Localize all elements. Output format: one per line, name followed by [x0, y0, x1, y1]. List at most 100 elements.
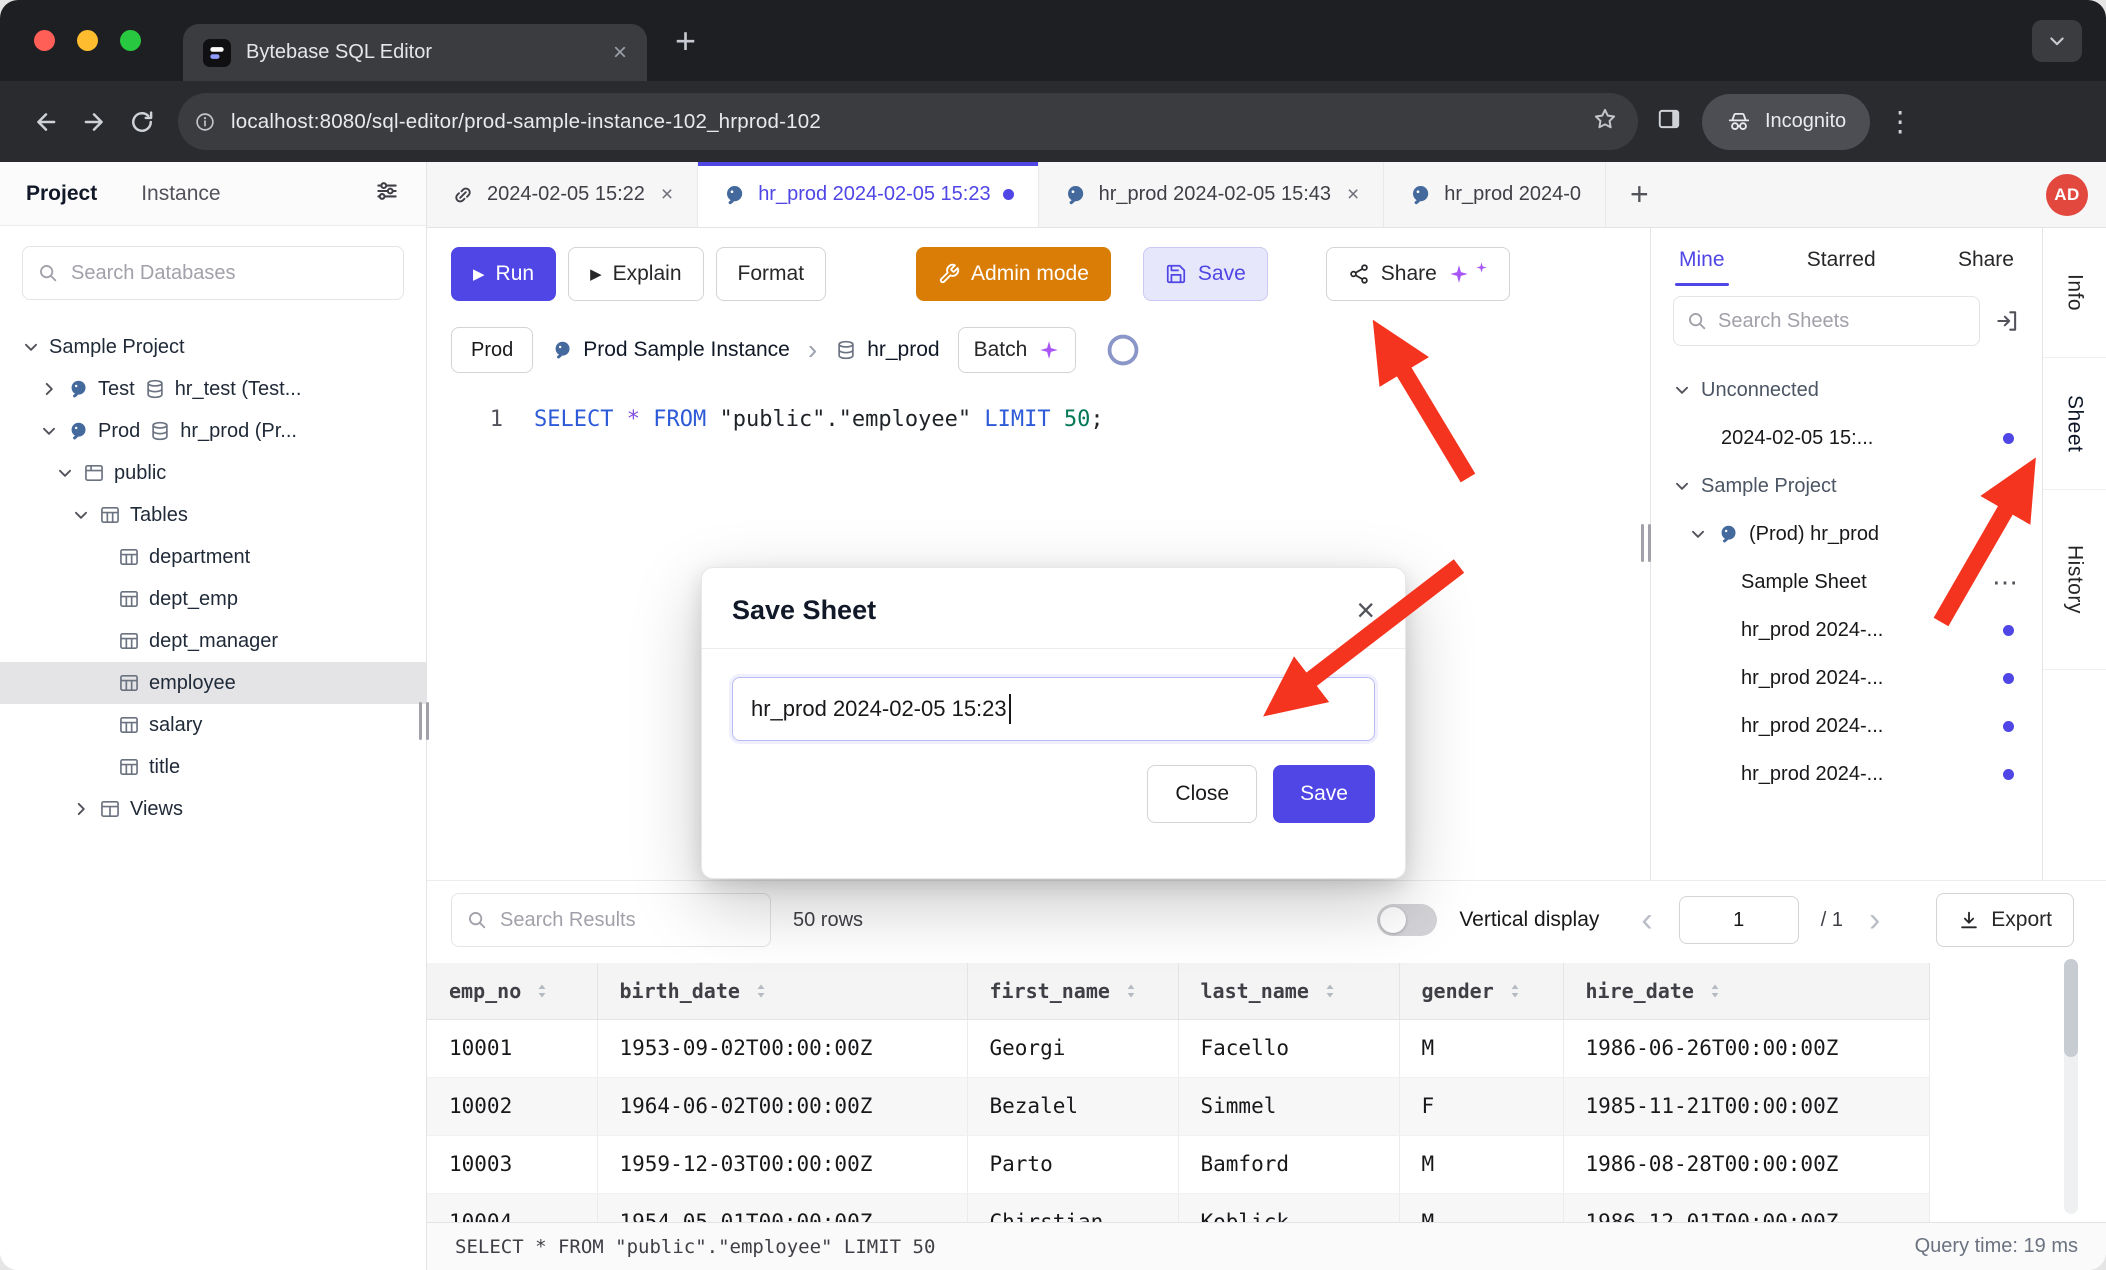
new-browser-tab-button[interactable]: + [675, 20, 696, 62]
reload-icon[interactable] [118, 98, 166, 146]
tree-item-tables[interactable]: Tables [0, 494, 426, 536]
column-header-birth-date[interactable]: birth_date [597, 963, 967, 1019]
more-actions-icon[interactable]: ⋯ [1992, 569, 2018, 595]
address-bar[interactable]: localhost:8080/sql-editor/prod-sample-in… [178, 93, 1638, 150]
sync-ring-icon[interactable] [1104, 331, 1142, 369]
tab-list-chevron-icon[interactable] [2032, 20, 2082, 62]
tree-item-employee[interactable]: employee [0, 662, 426, 704]
share-button[interactable]: Share [1326, 247, 1510, 301]
tree-item-sample-project[interactable]: Sample Project [0, 326, 426, 368]
column-header-last-name[interactable]: last_name [1178, 963, 1399, 1019]
tree-item-dept-emp[interactable]: dept_emp [0, 578, 426, 620]
results-search-input[interactable]: Search Results [451, 893, 771, 947]
column-header-emp-no[interactable]: emp_no [427, 963, 597, 1019]
site-info-icon[interactable] [194, 111, 216, 133]
dialog-close-button[interactable]: Close [1147, 765, 1257, 823]
table-cell: 1985-11-21T00:00:00Z [1563, 1077, 1929, 1135]
tab-share[interactable]: Share [1958, 228, 2014, 292]
tree-item-public[interactable]: public [0, 452, 426, 494]
sort-icon[interactable] [752, 982, 770, 1000]
rail-tab-history[interactable]: History [2043, 490, 2106, 670]
format-button[interactable]: Format [716, 247, 827, 301]
rail-tab-info[interactable]: Info [2043, 228, 2106, 358]
tab-instance[interactable]: Instance [141, 182, 220, 206]
side-panel-icon[interactable] [1656, 106, 1682, 137]
new-sheet-button[interactable]: + [1606, 162, 1673, 227]
sheet-tab-2024-02-05-15-22[interactable]: 2024-02-05 15:22× [427, 162, 698, 227]
tab-starred[interactable]: Starred [1807, 228, 1876, 292]
tab-project[interactable]: Project [26, 182, 97, 206]
vertical-display-toggle[interactable] [1377, 904, 1437, 936]
batch-button[interactable]: Batch [958, 327, 1077, 373]
browser-menu-icon[interactable]: ⋮ [1886, 105, 1914, 138]
column-header-hire-date[interactable]: hire_date [1563, 963, 1929, 1019]
sort-icon[interactable] [533, 982, 551, 1000]
close-browser-tab-icon[interactable]: × [613, 39, 627, 67]
minimize-window-button[interactable] [77, 30, 98, 51]
prev-page-icon[interactable]: ‹ [1637, 903, 1656, 937]
sheet-item-sample-sheet[interactable]: Sample Sheet⋯ [1651, 558, 2042, 606]
tree-item-title[interactable]: title [0, 746, 426, 788]
close-sheet-tab-icon[interactable]: × [661, 183, 673, 207]
sheet-item-unconnected[interactable]: Unconnected [1651, 366, 2042, 414]
run-button[interactable]: ▶ Run [451, 247, 556, 301]
bookmark-star-icon[interactable] [1592, 106, 1618, 137]
browser-tab[interactable]: Bytebase SQL Editor × [183, 24, 647, 81]
sheet-name-input[interactable]: hr_prod 2024-02-05 15:23 [732, 677, 1375, 741]
page-number-input[interactable]: 1 [1679, 896, 1799, 944]
open-sheet-list-icon[interactable] [1994, 308, 2020, 334]
maximize-window-button[interactable] [120, 30, 141, 51]
sort-icon[interactable] [1706, 982, 1724, 1000]
tree-item-department[interactable]: department [0, 536, 426, 578]
database-crumb[interactable]: hr_prod [835, 338, 939, 362]
explain-button[interactable]: ▶ Explain [568, 247, 703, 301]
column-header-first-name[interactable]: first_name [967, 963, 1178, 1019]
sheet-item-hr-prod-2024[interactable]: hr_prod 2024-... [1651, 654, 2042, 702]
environment-chip[interactable]: Prod [451, 327, 533, 373]
close-sheet-tab-icon[interactable]: × [1347, 183, 1359, 207]
tree-item-dept-manager[interactable]: dept_manager [0, 620, 426, 662]
sheet-tab-hr-prod-2024-02-05-15-43[interactable]: hr_prod 2024-02-05 15:43× [1039, 162, 1385, 227]
tab-mine[interactable]: Mine [1679, 228, 1725, 292]
tree-item-label: title [149, 756, 180, 779]
sort-icon[interactable] [1506, 982, 1524, 1000]
table-row[interactable]: 100021964-06-02T00:00:00ZBezalelSimmelF1… [427, 1077, 1929, 1135]
sidebar-resize-handle[interactable] [419, 702, 429, 740]
next-page-icon[interactable]: › [1865, 903, 1884, 937]
scrollbar-thumb[interactable] [2064, 959, 2078, 1057]
user-avatar[interactable]: AD [2046, 174, 2088, 216]
filter-settings-icon[interactable] [374, 178, 400, 209]
tree-item-prod[interactable]: Prodhr_prod (Pr... [0, 410, 426, 452]
column-header-gender[interactable]: gender [1399, 963, 1563, 1019]
instance-crumb[interactable]: Prod Sample Instance [551, 338, 790, 362]
sheet-item-prod-hr-prod[interactable]: (Prod) hr_prod [1651, 510, 2042, 558]
tree-item-test[interactable]: Testhr_test (Test... [0, 368, 426, 410]
sheet-panel-resize-handle[interactable] [1641, 524, 1651, 562]
table-row[interactable]: 100011953-09-02T00:00:00ZGeorgiFacelloM1… [427, 1019, 1929, 1077]
save-button[interactable]: Save [1143, 247, 1268, 301]
sort-icon[interactable] [1122, 982, 1140, 1000]
database-search-input[interactable]: Search Databases [22, 246, 404, 300]
results-scrollbar[interactable] [2064, 959, 2078, 1214]
sort-icon[interactable] [1321, 982, 1339, 1000]
table-row[interactable]: 100041954-05-01T00:00:00ZChirstianKoblic… [427, 1193, 1929, 1222]
tree-item-views[interactable]: Views [0, 788, 426, 830]
sheet-search-input[interactable]: Search Sheets [1673, 296, 1980, 346]
rail-tab-sheet[interactable]: Sheet [2043, 358, 2106, 490]
dialog-close-icon[interactable]: × [1356, 594, 1375, 626]
sheet-item-hr-prod-2024[interactable]: hr_prod 2024-... [1651, 702, 2042, 750]
admin-mode-button[interactable]: Admin mode [916, 247, 1111, 301]
back-icon[interactable] [22, 98, 70, 146]
sheet-item-2024-02-05-15[interactable]: 2024-02-05 15:... [1651, 414, 2042, 462]
sheet-item-hr-prod-2024[interactable]: hr_prod 2024-... [1651, 750, 2042, 798]
sheet-item-sample-project[interactable]: Sample Project [1651, 462, 2042, 510]
table-row[interactable]: 100031959-12-03T00:00:00ZPartoBamfordM19… [427, 1135, 1929, 1193]
sheet-tab-hr-prod-2024-02-05-15-23[interactable]: hr_prod 2024-02-05 15:23 [698, 162, 1038, 227]
sheet-item-hr-prod-2024[interactable]: hr_prod 2024-... [1651, 606, 2042, 654]
export-button[interactable]: Export [1936, 893, 2074, 947]
dialog-save-button[interactable]: Save [1273, 765, 1375, 823]
close-window-button[interactable] [34, 30, 55, 51]
forward-icon[interactable] [70, 98, 118, 146]
sheet-tab-hr-prod-2024-0[interactable]: hr_prod 2024-0 [1384, 162, 1606, 227]
tree-item-salary[interactable]: salary [0, 704, 426, 746]
